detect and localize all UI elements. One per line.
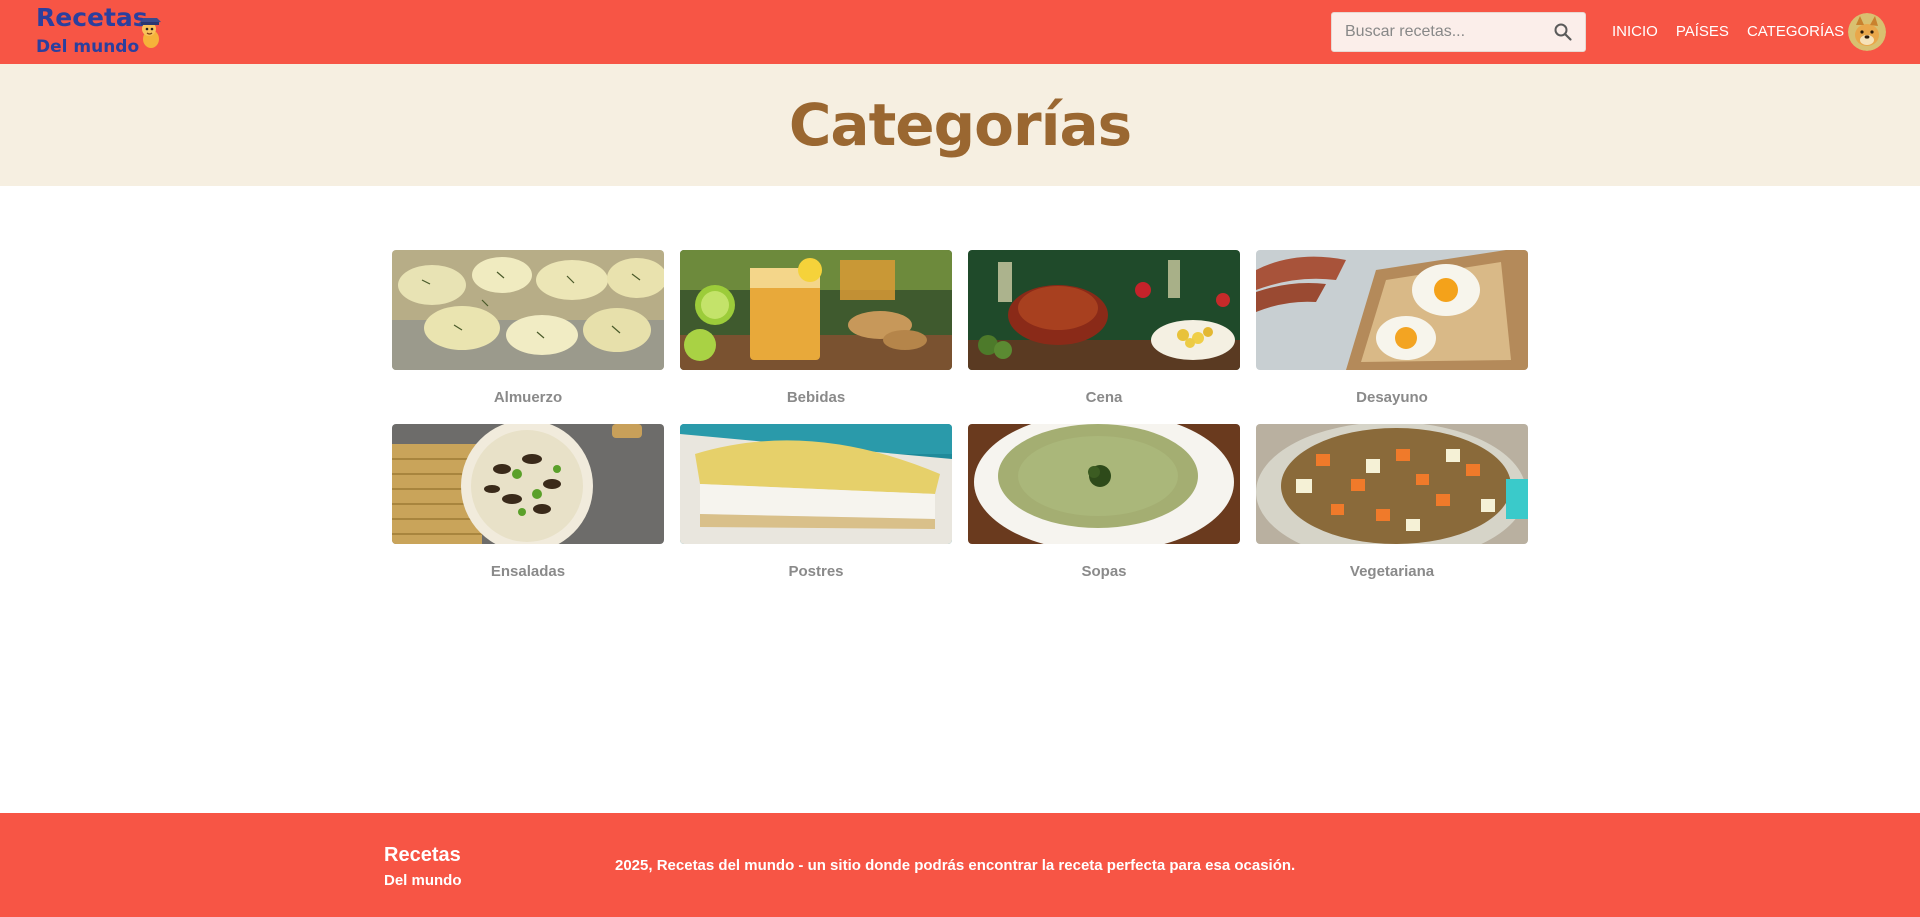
cena-image xyxy=(968,250,1240,370)
search-icon[interactable] xyxy=(1553,22,1573,42)
dog-avatar-icon[interactable] xyxy=(1848,13,1886,51)
category-card-ensaladas[interactable]: Ensaladas xyxy=(392,424,664,598)
almuerzo-image xyxy=(392,250,664,370)
nav-paises[interactable]: PAÍSES xyxy=(1676,22,1729,42)
site-footer: Recetas Del mundo 2025, Recetas del mund… xyxy=(0,813,1920,917)
footer-logo-subtitle: Del mundo xyxy=(384,872,462,889)
category-card-vegetariana[interactable]: Vegetariana xyxy=(1256,424,1528,598)
vegetariana-image xyxy=(1256,424,1528,544)
ensaladas-image xyxy=(392,424,664,544)
page-hero: Categorías xyxy=(0,64,1920,186)
search-bar xyxy=(1331,12,1586,52)
category-label: Postres xyxy=(788,563,844,580)
nav-categorias[interactable]: CATEGORÍAS xyxy=(1747,22,1844,42)
nav-inicio[interactable]: INICIO xyxy=(1612,22,1658,42)
category-label: Desayuno xyxy=(1356,389,1428,406)
category-card-sopas[interactable]: Sopas xyxy=(968,424,1240,598)
category-grid: Almuerzo Bebidas Cena Desayuno Ensaladas… xyxy=(392,250,1528,598)
page-title: Categorías xyxy=(788,91,1132,159)
category-card-postres[interactable]: Postres xyxy=(680,424,952,598)
postres-image xyxy=(680,424,952,544)
main-nav: INICIO PAÍSES CATEGORÍAS xyxy=(1612,22,1862,42)
top-navbar: Recetas Del mundo INICIO PAÍSES CATEGORÍ… xyxy=(0,0,1920,64)
logo-subtitle: Del mundo xyxy=(36,37,140,57)
category-label: Bebidas xyxy=(786,389,846,406)
footer-logo[interactable]: Recetas Del mundo xyxy=(384,843,462,891)
detective-mascot-icon xyxy=(135,13,165,49)
category-label: Vegetariana xyxy=(1349,563,1435,580)
category-card-desayuno[interactable]: Desayuno xyxy=(1256,250,1528,424)
category-card-bebidas[interactable]: Bebidas xyxy=(680,250,952,424)
site-logo[interactable]: Recetas Del mundo xyxy=(36,4,148,58)
search-input[interactable] xyxy=(1332,13,1542,51)
footer-copyright: 2025, Recetas del mundo - un sitio donde… xyxy=(615,857,1296,874)
footer-logo-title: Recetas xyxy=(384,844,461,866)
bebidas-image xyxy=(680,250,952,370)
logo-title: Recetas xyxy=(36,3,148,32)
category-label: Ensaladas xyxy=(490,563,566,580)
category-label: Cena xyxy=(1085,389,1123,406)
category-card-cena[interactable]: Cena xyxy=(968,250,1240,424)
category-card-almuerzo[interactable]: Almuerzo xyxy=(392,250,664,424)
category-label: Sopas xyxy=(1081,563,1127,580)
desayuno-image xyxy=(1256,250,1528,370)
sopas-image xyxy=(968,424,1240,544)
category-label: Almuerzo xyxy=(493,389,563,406)
